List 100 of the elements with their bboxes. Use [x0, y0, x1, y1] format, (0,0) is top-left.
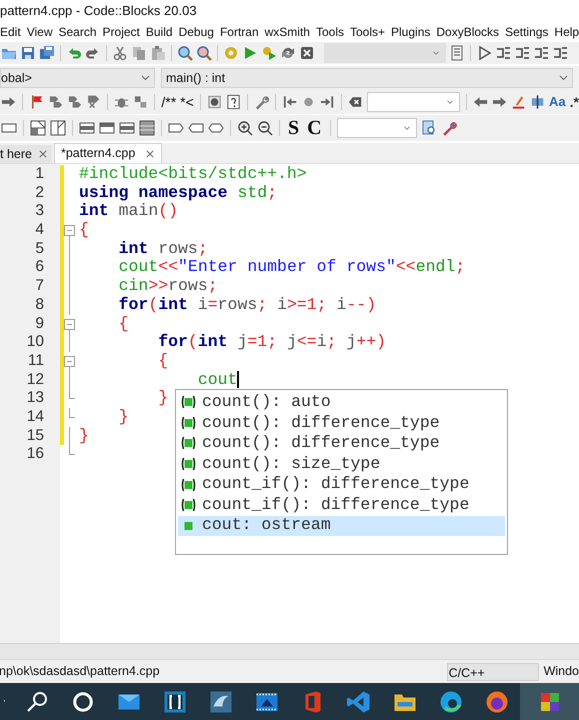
search-icon[interactable] — [25, 690, 49, 714]
rebuild-icon[interactable] — [280, 45, 296, 61]
menu-item[interactable]: Project — [102, 23, 140, 41]
line-comment-button[interactable]: *< — [180, 92, 194, 112]
redo-icon[interactable] — [85, 45, 101, 61]
s-button[interactable]: S — [288, 113, 300, 143]
menu-item[interactable]: Search — [58, 23, 97, 41]
regex-button[interactable]: .* — [570, 92, 579, 112]
circle-icon[interactable] — [71, 690, 95, 714]
menu-item[interactable]: Build — [146, 23, 173, 41]
completion-item[interactable]: count(): auto — [178, 392, 505, 413]
completion-item[interactable]: count(): difference_type — [178, 433, 505, 454]
fox-browser-icon[interactable] — [485, 690, 509, 714]
menu-item[interactable]: Tools — [316, 23, 344, 41]
step-icon[interactable] — [533, 45, 549, 61]
document-search-icon[interactable] — [420, 120, 437, 136]
completion-item[interactable]: count_if(): difference_type — [178, 474, 505, 495]
menu-item[interactable]: Fortran — [220, 23, 259, 41]
layout-icon[interactable] — [50, 120, 66, 136]
dropdown-field[interactable] — [367, 92, 460, 112]
code-line: { — [157, 352, 168, 371]
help-icon[interactable] — [226, 94, 241, 110]
menu-item[interactable]: Tools+ — [350, 23, 386, 41]
menu-item[interactable]: wxSmith — [264, 23, 310, 41]
jump-back-icon[interactable] — [282, 94, 297, 110]
zoom-in-icon[interactable] — [237, 120, 253, 136]
function-icon — [180, 414, 197, 431]
line-number: 16 — [26, 445, 44, 462]
bookmark-icon[interactable] — [48, 94, 64, 110]
doc-comment-button[interactable]: /** — [161, 92, 176, 112]
menu-item[interactable]: DoxyBlocks — [436, 23, 500, 41]
menu-item[interactable]: View — [26, 23, 52, 41]
fold-toggle-icon[interactable] — [64, 356, 75, 367]
bookmark-clear-icon[interactable] — [86, 94, 102, 110]
menu-item[interactable]: Settings — [505, 23, 548, 41]
function-icon — [180, 394, 197, 410]
completion-item[interactable]: count_if(): difference_type — [178, 494, 505, 516]
jump-forward-icon[interactable] — [320, 94, 336, 110]
scissors-icon[interactable] — [112, 45, 128, 61]
layout-icon[interactable] — [99, 120, 115, 136]
close-icon[interactable] — [299, 45, 315, 61]
flag-icon[interactable] — [29, 94, 44, 110]
zoom-out-icon[interactable] — [257, 120, 273, 136]
blocks-icon[interactable] — [133, 94, 148, 110]
code-line: int main() — [79, 202, 178, 222]
menu-item[interactable]: Help — [554, 23, 579, 41]
wrench-icon[interactable] — [254, 94, 269, 110]
menu-item[interactable]: Edit — [0, 23, 21, 41]
record-icon[interactable] — [206, 94, 222, 110]
completion-item[interactable]: count(): difference_type — [178, 412, 505, 434]
function-icon — [180, 435, 197, 452]
fold-line — [69, 426, 70, 446]
layout-icon[interactable] — [139, 120, 155, 136]
horizontal-scrollbar[interactable] — [0, 643, 579, 659]
step-icon[interactable] — [514, 45, 530, 61]
play-icon[interactable] — [242, 45, 258, 61]
step-icon[interactable] — [495, 45, 511, 61]
replace-icon[interactable] — [196, 45, 212, 61]
editor-tab[interactable]: *pattern4.cpp — [54, 143, 162, 163]
line-number: 5 — [35, 240, 44, 257]
select-icon[interactable] — [530, 94, 546, 110]
menu-item[interactable]: Plugins — [391, 23, 430, 41]
document-icon[interactable] — [449, 45, 465, 61]
completion-item[interactable]: count(): size_type — [178, 454, 505, 474]
code-line: cout — [196, 370, 238, 390]
code-line: { — [118, 314, 129, 334]
fold-end-marker — [69, 445, 75, 456]
step-icon[interactable] — [552, 45, 568, 61]
code-line: cin>>rows; — [118, 277, 218, 296]
close-icon[interactable] — [38, 149, 48, 159]
bookmark-icon[interactable] — [67, 94, 82, 110]
save-all-icon[interactable] — [39, 45, 55, 61]
dropdown-field[interactable] — [336, 118, 417, 138]
clipboard-icon[interactable] — [150, 45, 166, 61]
wrench-icon[interactable] — [440, 120, 457, 136]
line-number: 14 — [26, 408, 44, 425]
code-line: using namespace std; — [79, 184, 278, 202]
highlighter-icon[interactable] — [510, 94, 526, 110]
c-button[interactable]: C — [307, 113, 322, 143]
line-number: 7 — [35, 277, 44, 294]
scope-dropdown[interactable]: obal> — [0, 68, 155, 88]
dolphin-icon[interactable] — [209, 690, 233, 714]
layout-icon[interactable] — [119, 120, 135, 136]
code-editor-icon[interactable] — [347, 690, 371, 714]
editor-tab[interactable]: t here — [0, 145, 52, 163]
fold-end-marker — [69, 408, 75, 418]
dropdown-field[interactable] — [324, 43, 446, 63]
match-case-button[interactable]: Aa — [549, 92, 566, 112]
layout-icon[interactable] — [79, 120, 95, 136]
layout-icon[interactable] — [30, 120, 46, 136]
brackets-icon[interactable] — [163, 690, 187, 714]
fold-toggle-icon[interactable] — [64, 318, 75, 330]
completion-item[interactable]: cout: ostream — [178, 516, 505, 536]
fold-toggle-icon[interactable] — [64, 225, 75, 236]
save-icon[interactable] — [20, 45, 36, 61]
menu-item[interactable]: Debug — [178, 23, 214, 41]
close-icon[interactable] — [145, 148, 156, 158]
gear-play-icon[interactable] — [261, 45, 277, 61]
function-dropdown[interactable]: main() : int — [161, 68, 573, 88]
browser-icon[interactable] — [439, 690, 463, 714]
